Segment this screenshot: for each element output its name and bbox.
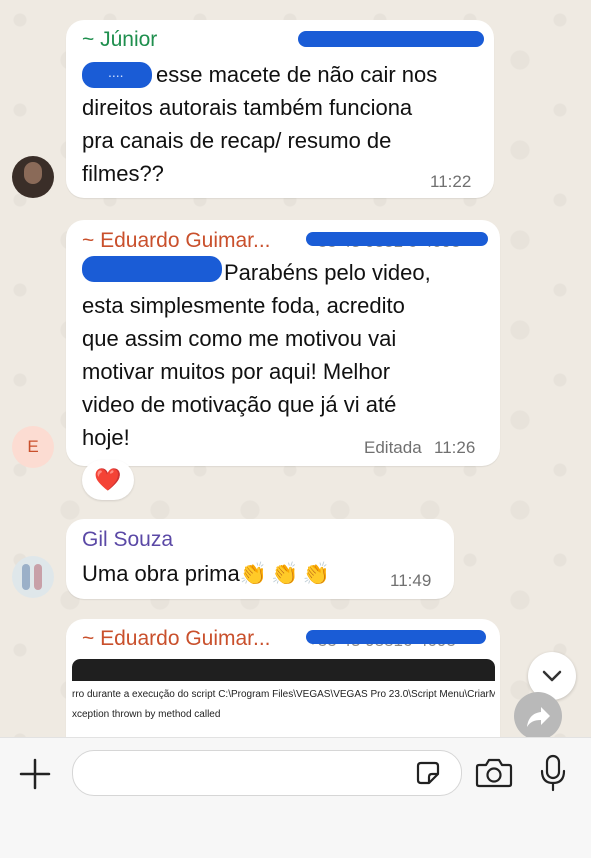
chat-area[interactable]: ~ Júnior +55 21 99999-0000 .... esse mac… xyxy=(0,0,591,737)
message-text: Uma obra prima👏👏👏 xyxy=(82,557,334,590)
avatar-letter: E xyxy=(27,437,39,456)
message-line: pra canais de recap/ resumo de xyxy=(82,128,392,153)
sender-name[interactable]: Gil Souza xyxy=(82,528,173,552)
error-line: rro durante a execução do script C:\Prog… xyxy=(72,689,495,700)
forward-icon xyxy=(527,707,550,727)
edited-label: Editada xyxy=(364,438,422,457)
heart-reaction-icon: ❤️ xyxy=(94,467,122,492)
forward-button[interactable] xyxy=(514,692,562,737)
message-line: direitos autorais também funciona xyxy=(82,95,413,120)
sender-name[interactable]: ~ Júnior xyxy=(82,28,157,52)
message-text: esse macete de não cair nos direitos aut… xyxy=(82,58,492,190)
avatar-gil[interactable] xyxy=(12,556,54,598)
avatar-photo xyxy=(24,162,42,184)
message-bubble-3[interactable]: Gil Souza Uma obra prima👏👏👏 11:49 xyxy=(66,519,454,599)
message-line: esta simplesmente foda, acredito xyxy=(82,293,405,318)
message-input[interactable] xyxy=(72,750,462,796)
composer-bar xyxy=(0,737,591,858)
microphone-icon[interactable] xyxy=(537,753,569,793)
phone-redaction xyxy=(306,232,488,246)
window-titlebar xyxy=(72,659,495,681)
avatar-eduardo[interactable]: E xyxy=(12,426,54,468)
message-bubble-1[interactable]: ~ Júnior +55 21 99999-0000 .... esse mac… xyxy=(66,20,494,198)
message-text: Parabéns pelo video, esta simplesmente f… xyxy=(82,256,498,454)
avatar-figure xyxy=(22,564,30,590)
message-line: que assim como me motivou vai xyxy=(82,326,397,351)
message-line: motivar muitos por aqui! Melhor xyxy=(82,359,391,384)
message-line: Parabéns pelo video, xyxy=(224,260,431,285)
reaction-badge[interactable]: ❤️ xyxy=(82,460,134,500)
message-line: Uma obra prima xyxy=(82,561,240,586)
error-line: xception thrown by method called xyxy=(72,709,221,720)
camera-icon[interactable] xyxy=(474,755,514,791)
sticker-icon[interactable] xyxy=(413,758,443,788)
sender-name[interactable]: ~ Eduardo Guimar... xyxy=(82,627,271,651)
message-bubble-2[interactable]: ~ Eduardo Guimar... +55 43 9881 6-4095 P… xyxy=(66,220,500,466)
message-time: 11:49 xyxy=(390,571,432,590)
sender-name[interactable]: ~ Eduardo Guimar... xyxy=(82,229,271,253)
plus-icon[interactable] xyxy=(17,756,53,792)
avatar-junior[interactable] xyxy=(12,156,54,198)
message-line: esse macete de não cair nos xyxy=(156,62,438,87)
message-time: 11:22 xyxy=(430,172,472,191)
phone-redaction xyxy=(306,630,486,644)
message-time: 11:26 xyxy=(434,438,476,457)
message-line: video de motivação que já vi até xyxy=(82,392,397,417)
avatar-figure xyxy=(34,564,42,590)
clapping-hands-icon: 👏👏👏 xyxy=(239,561,334,586)
image-attachment[interactable]: rro durante a execução do script C:\Prog… xyxy=(72,659,495,737)
phone-redaction xyxy=(298,31,484,47)
